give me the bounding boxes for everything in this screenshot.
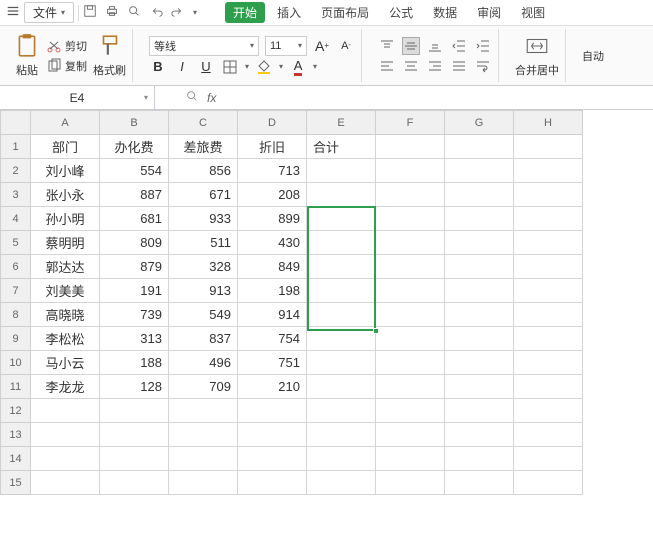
col-F[interactable]: F — [376, 111, 445, 135]
underline-button[interactable]: U — [197, 58, 215, 76]
save-icon[interactable] — [83, 4, 97, 21]
font-name-select[interactable]: 等线▾ — [149, 36, 259, 56]
format-painter-button[interactable]: 格式刷 — [93, 33, 126, 78]
font-color-button[interactable]: A — [289, 58, 307, 76]
tab-formula[interactable]: 公式 — [381, 4, 421, 21]
qa-more-icon[interactable]: ▾ — [193, 8, 197, 17]
col-H[interactable]: H — [514, 111, 583, 135]
worksheet[interactable]: A B C D E F G H 1 部门 办化费 差旅费 折旧 合计 2刘小峰5… — [0, 110, 653, 540]
preview-icon[interactable] — [127, 4, 141, 21]
row-14[interactable]: 14 — [1, 447, 31, 471]
row-9[interactable]: 9 — [1, 327, 31, 351]
border-button[interactable] — [221, 58, 239, 76]
formula-bar-row: E4▾ fx — [0, 86, 653, 110]
row-13[interactable]: 13 — [1, 423, 31, 447]
hamburger-icon[interactable] — [6, 4, 20, 21]
tab-view[interactable]: 视图 — [513, 4, 553, 21]
tab-home[interactable]: 开始 — [225, 2, 265, 23]
align-top-icon[interactable] — [378, 37, 396, 55]
quick-access: ▾ — [83, 4, 197, 21]
align-left-icon[interactable] — [378, 57, 396, 75]
row-7[interactable]: 7 — [1, 279, 31, 303]
cut-button[interactable]: 剪切 — [46, 38, 87, 54]
col-D[interactable]: D — [238, 111, 307, 135]
fill-handle[interactable] — [373, 328, 379, 334]
italic-button[interactable]: I — [173, 58, 191, 76]
row-10[interactable]: 10 — [1, 351, 31, 375]
grid[interactable]: A B C D E F G H 1 部门 办化费 差旅费 折旧 合计 2刘小峰5… — [0, 110, 583, 495]
bold-button[interactable]: B — [149, 58, 167, 76]
row-11[interactable]: 11 — [1, 375, 31, 399]
align-right-icon[interactable] — [426, 57, 444, 75]
col-B[interactable]: B — [100, 111, 169, 135]
tab-layout[interactable]: 页面布局 — [313, 4, 377, 21]
row-12[interactable]: 12 — [1, 399, 31, 423]
tab-review[interactable]: 审阅 — [469, 4, 509, 21]
copy-button[interactable]: 复制 — [46, 58, 87, 74]
align-center-icon[interactable] — [402, 57, 420, 75]
increase-font-icon[interactable]: A+ — [313, 37, 331, 55]
row-1[interactable]: 1 — [1, 135, 31, 159]
paste-button[interactable]: 粘贴 — [14, 33, 40, 78]
fx-icon[interactable]: fx — [207, 91, 216, 105]
row-4[interactable]: 4 — [1, 207, 31, 231]
cell[interactable]: 差旅费 — [169, 135, 237, 158]
align-middle-icon[interactable] — [402, 37, 420, 55]
menubar: 文件▾ ▾ 开始 插入 页面布局 公式 数据 审阅 视图 — [0, 0, 653, 26]
indent-inc-icon[interactable] — [474, 37, 492, 55]
cell[interactable]: 折旧 — [238, 135, 306, 158]
decrease-font-icon[interactable]: A- — [337, 37, 355, 55]
font-size-select[interactable]: 11▾ — [265, 36, 307, 56]
col-G[interactable]: G — [445, 111, 514, 135]
wrap-icon[interactable] — [474, 57, 492, 75]
col-E[interactable]: E — [307, 111, 376, 135]
ribbon: 粘贴 剪切 复制 格式刷 等线▾ 11▾ A+ A- B I U ▾ ▾ A▾ — [0, 26, 653, 86]
file-menu[interactable]: 文件▾ — [24, 2, 74, 23]
col-C[interactable]: C — [169, 111, 238, 135]
cell[interactable]: 合计 — [307, 135, 375, 158]
row-2[interactable]: 2 — [1, 159, 31, 183]
redo-icon[interactable] — [171, 4, 185, 21]
select-all-corner[interactable] — [1, 111, 31, 135]
cell[interactable]: 部门 — [31, 135, 99, 158]
name-box[interactable]: E4▾ — [0, 86, 155, 109]
justify-icon[interactable] — [450, 57, 468, 75]
fill-color-button[interactable] — [255, 58, 273, 76]
align-bottom-icon[interactable] — [426, 37, 444, 55]
undo-icon[interactable] — [149, 4, 163, 21]
col-A[interactable]: A — [31, 111, 100, 135]
row-5[interactable]: 5 — [1, 231, 31, 255]
auto-sum-button[interactable]: 自动 — [582, 48, 604, 64]
tab-data[interactable]: 数据 — [425, 4, 465, 21]
indent-dec-icon[interactable] — [450, 37, 468, 55]
row-3[interactable]: 3 — [1, 183, 31, 207]
row-8[interactable]: 8 — [1, 303, 31, 327]
print-icon[interactable] — [105, 4, 119, 21]
merge-center-button[interactable]: 合并居中 — [515, 33, 559, 78]
cell[interactable]: 办化费 — [100, 135, 168, 158]
tab-insert[interactable]: 插入 — [269, 4, 309, 21]
row-15[interactable]: 15 — [1, 471, 31, 495]
row-6[interactable]: 6 — [1, 255, 31, 279]
cancel-icon[interactable] — [185, 89, 199, 106]
